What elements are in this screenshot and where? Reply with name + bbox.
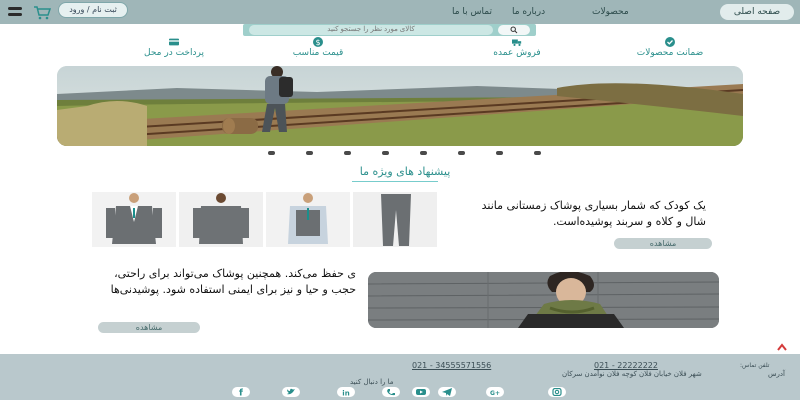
phone-number-1[interactable]: 021 - 22222222 xyxy=(594,361,658,370)
site-logo[interactable] xyxy=(6,3,24,20)
suit-trousers-image xyxy=(353,192,438,247)
product-image-scarf[interactable] xyxy=(368,272,719,328)
product-image-suits[interactable] xyxy=(92,192,438,247)
view-button[interactable]: مشاهده xyxy=(98,322,200,333)
telegram-icon xyxy=(442,388,452,396)
view-button[interactable]: مشاهده xyxy=(614,238,712,249)
address-label: آدرس xyxy=(768,370,785,378)
slider-dot[interactable] xyxy=(344,151,351,155)
phone-icon xyxy=(387,389,395,396)
twitter-icon xyxy=(287,388,295,395)
slider-dot[interactable] xyxy=(268,151,275,155)
search-input[interactable] xyxy=(249,25,493,35)
hero-slider[interactable] xyxy=(57,66,743,146)
svg-text:G+: G+ xyxy=(490,390,500,396)
slider-dot[interactable] xyxy=(534,151,541,155)
feature-guarantee: ضمانت محصولات xyxy=(620,37,720,59)
linkedin-link[interactable]: in xyxy=(337,387,355,397)
suit-vest-image xyxy=(266,192,351,247)
twitter-link[interactable] xyxy=(282,387,300,397)
linkedin-icon: in xyxy=(342,390,349,397)
search-button[interactable] xyxy=(498,25,530,35)
scarf-image xyxy=(368,272,719,328)
svg-text:f: f xyxy=(239,389,243,397)
nav-home[interactable]: صفحه اصلی xyxy=(720,4,794,20)
svg-text:in: in xyxy=(342,390,349,397)
youtube-icon xyxy=(416,389,426,395)
top-navigation-bar: ثبت نام / ورود تماس با ما درباره ما محصو… xyxy=(0,0,800,24)
feature-wholesale: فروش عمده xyxy=(467,37,567,59)
feature-label: ضمانت محصولات xyxy=(636,48,704,58)
product-description: یک کودک که شمار بسیاری پوشاک زمستانی مان… xyxy=(481,199,706,228)
telegram-link[interactable] xyxy=(438,387,456,397)
hero-image xyxy=(57,66,743,146)
credit-card-icon xyxy=(169,38,179,46)
search-icon xyxy=(510,26,518,34)
slider-dot[interactable] xyxy=(458,151,465,155)
feature-label: فروش عمده xyxy=(493,48,541,58)
search-bar xyxy=(243,24,536,36)
nav-contact[interactable]: تماس با ما xyxy=(452,4,492,20)
title-underline xyxy=(352,181,438,182)
phone-link[interactable] xyxy=(382,387,400,397)
feature-label: قیمت مناسب xyxy=(292,48,344,58)
back-to-top-icon[interactable] xyxy=(777,343,787,351)
facebook-icon: f xyxy=(239,389,243,397)
slider-dot[interactable] xyxy=(496,151,503,155)
slider-dot[interactable] xyxy=(420,151,427,155)
address-text: شهر فلان خیابان فلان کوچه فلان نوآمدن سر… xyxy=(562,370,702,378)
section-title: پیشنهاد های ویژه ما xyxy=(359,165,451,178)
feature-label: پرداخت در محل xyxy=(144,48,204,58)
nav-about[interactable]: درباره ما xyxy=(512,4,545,20)
slider-dot[interactable] xyxy=(306,151,313,155)
suit-front-image xyxy=(92,192,177,247)
suit-back-image xyxy=(179,192,264,247)
truck-icon xyxy=(512,39,522,46)
login-register-button[interactable]: ثبت نام / ورود xyxy=(58,2,128,18)
cart-icon[interactable] xyxy=(32,4,52,20)
follow-us-label: ما را دنبال کنید xyxy=(350,378,394,386)
dollar-icon: $ xyxy=(313,37,323,47)
check-icon xyxy=(665,37,675,47)
feature-cash-on-delivery: پرداخت در محل xyxy=(124,37,224,59)
instagram-link[interactable] xyxy=(548,387,566,397)
googleplus-icon: G+ xyxy=(490,390,500,396)
nav-products[interactable]: محصولات xyxy=(592,4,629,20)
youtube-link[interactable] xyxy=(412,387,430,397)
feature-price: $ قیمت مناسب xyxy=(268,37,368,59)
product-description: ی حفظ می‌کند. همچنین پوشاک می‌تواند برای… xyxy=(110,267,356,296)
phone-label: تلفن تماس: xyxy=(740,362,770,369)
slider-dot[interactable] xyxy=(382,151,389,155)
googleplus-link[interactable]: G+ xyxy=(486,387,504,397)
svg-text:$: $ xyxy=(315,38,320,47)
facebook-link[interactable]: f xyxy=(232,387,250,397)
instagram-icon xyxy=(552,388,562,396)
phone-number-2[interactable]: 021 - 34555571556 xyxy=(412,361,491,370)
footer: تلفن تماس: 021 - 22222222 021 - 34555571… xyxy=(0,354,800,400)
